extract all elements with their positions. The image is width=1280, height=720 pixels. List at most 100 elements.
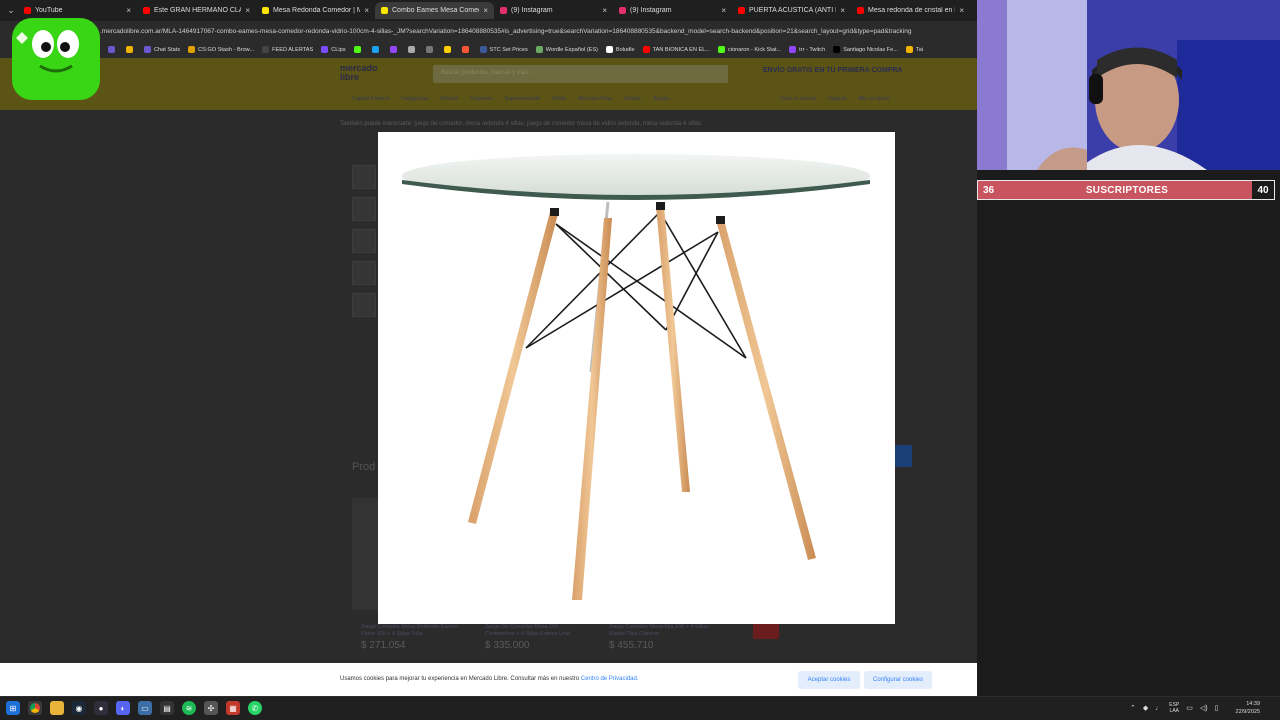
browser-tab[interactable]: Mesa redonda de cristal en liqu... ×: [851, 2, 970, 19]
steam-icon[interactable]: ◉: [72, 701, 86, 715]
accept-cookies-button[interactable]: Aceptar cookies: [798, 671, 860, 689]
ml-account-link[interactable]: Mis compras: [858, 96, 889, 102]
volume-icon[interactable]: ◁): [1200, 704, 1208, 712]
thumbnail[interactable]: [352, 197, 376, 221]
battery-icon[interactable]: ▯: [1215, 704, 1219, 712]
ml-account-link[interactable]: Ingresá: [828, 96, 846, 102]
browser-tab[interactable]: Combo Eames Mesa Comedor... ×: [375, 2, 494, 19]
bookmark-item[interactable]: [353, 46, 364, 53]
whatsapp-icon[interactable]: ✆: [248, 701, 262, 715]
file-explorer-icon[interactable]: [50, 701, 64, 715]
bookmark-item[interactable]: [443, 46, 454, 53]
tab-close-icon[interactable]: ×: [959, 6, 964, 15]
language-indicator[interactable]: ESP LAA: [1169, 702, 1179, 714]
tab-close-icon[interactable]: ×: [126, 6, 131, 15]
bookmark-item[interactable]: trr - Twitch: [789, 46, 825, 53]
spotify-icon[interactable]: ≋: [182, 701, 196, 715]
bookmark-item[interactable]: Wordle Español (ES): [535, 46, 598, 53]
bookmark-item[interactable]: Santiago Nicolas Fe...: [833, 46, 898, 53]
bookmark-item[interactable]: [371, 46, 382, 53]
tab-favicon-icon: [24, 7, 31, 14]
tab-close-icon[interactable]: ×: [840, 6, 845, 15]
bookmark-item[interactable]: Boludle: [605, 46, 635, 53]
privacy-center-link[interactable]: Centro de Privacidad.: [581, 676, 639, 682]
tray-chevron-icon[interactable]: ⌃: [1130, 704, 1136, 712]
tab-close-icon[interactable]: ×: [364, 6, 369, 15]
ml-nav-item[interactable]: Vender: [624, 96, 641, 102]
stream-panel: 36 SUSCRIPTORES 40: [977, 0, 1280, 696]
microphone-icon[interactable]: ♩: [1155, 705, 1162, 712]
bookmark-label: TAN BIONICA EN EL...: [652, 46, 710, 53]
bookmark-item[interactable]: [425, 46, 436, 53]
tab-title: (9) Instagram: [511, 7, 553, 14]
bookmark-item[interactable]: FEED ALERTAS: [262, 46, 313, 53]
bookmark-item[interactable]: Chat Stats: [144, 46, 180, 53]
bookmark-item[interactable]: [461, 46, 472, 53]
bookmark-item[interactable]: TAN BIONICA EN EL...: [642, 46, 710, 53]
bookmark-item[interactable]: [407, 46, 418, 53]
address-bar[interactable]: .mercadolibre.com.ar/MLA-1464917067-comb…: [0, 21, 977, 41]
tab-close-icon[interactable]: ×: [245, 6, 250, 15]
bookmark-icon: [371, 46, 379, 53]
browser-tab[interactable]: Este GRAN HERMANO CLANDE...×: [137, 2, 256, 19]
ml-logo[interactable]: mercado libre: [340, 64, 410, 84]
subscriber-goal-bar: 36 SUSCRIPTORES 40: [977, 180, 1275, 200]
ml-nav-item[interactable]: Ofertas: [440, 96, 458, 102]
ml-search-input[interactable]: Buscar productos, marcas y más...: [433, 65, 728, 83]
browser-tab[interactable]: (9) Instagram ×: [494, 2, 613, 19]
product-image-lightbox[interactable]: [378, 132, 895, 624]
browser-tab[interactable]: Mesa Redonda Comedor | Mer...×: [256, 2, 375, 19]
app-window-icon[interactable]: ▭: [138, 701, 152, 715]
product-card-price: $ 271.054: [361, 640, 406, 651]
thumbnail[interactable]: [352, 261, 376, 285]
ml-nav-item[interactable]: Ayuda: [653, 96, 669, 102]
streaming-app-icon[interactable]: ▦: [226, 701, 240, 715]
clock[interactable]: 14:39 22/9/2025: [1228, 700, 1260, 716]
url-text[interactable]: .mercadolibre.com.ar/MLA-1464917067-comb…: [100, 28, 970, 35]
bookmark-item[interactable]: [126, 46, 136, 53]
bookmark-item[interactable]: CLips: [321, 46, 346, 53]
product-card[interactable]: Juego Comedor Mesa Redonda Eames Vidrio …: [361, 624, 463, 651]
tab-close-icon[interactable]: ×: [602, 6, 607, 15]
thumbnail[interactable]: [352, 165, 376, 189]
code-app-icon[interactable]: ▤: [160, 701, 174, 715]
thumbnail[interactable]: [352, 293, 376, 317]
product-card-price: $ 335.000: [485, 640, 530, 651]
thumbnail[interactable]: [352, 229, 376, 253]
tray-app-icon[interactable]: ◆: [1143, 704, 1148, 712]
puzzle-app-icon[interactable]: ✣: [204, 701, 218, 715]
network-icon[interactable]: ▭: [1186, 704, 1193, 712]
browser-tab[interactable]: PUERTA ACÚSTICA (ANTI RUID... ×: [732, 2, 851, 19]
ml-nav-item[interactable]: Capital Federal: [352, 96, 389, 102]
ml-nav-item[interactable]: Mercado Play: [578, 96, 612, 102]
bookmark-item[interactable]: [389, 46, 400, 53]
bookmark-item[interactable]: STC Set Prices: [479, 46, 528, 53]
bookmark-item[interactable]: cionaron - Kick Stat...: [718, 46, 781, 53]
tab-close-icon[interactable]: ×: [721, 6, 726, 15]
bookmark-item[interactable]: CS:GO Stash - Brow...: [188, 46, 254, 53]
configure-cookies-button[interactable]: Configurar cookies: [864, 671, 932, 689]
tab-close-icon[interactable]: ×: [483, 6, 488, 15]
obs-icon[interactable]: ●: [94, 701, 108, 715]
related-product-image[interactable]: [352, 498, 378, 610]
bookmark-item[interactable]: Tai: [905, 46, 923, 53]
discord-icon[interactable]: ◐: [116, 701, 130, 715]
bookmark-item[interactable]: [108, 46, 118, 53]
ml-nav-item[interactable]: Cupones: [470, 96, 492, 102]
ml-nav-item[interactable]: Categorías: [401, 96, 428, 102]
tab-favicon-icon: [738, 7, 745, 14]
bookmark-icon: [188, 46, 196, 53]
subs-label: SUSCRIPTORES: [1085, 184, 1169, 196]
windows-start-icon[interactable]: ⊞: [6, 701, 20, 715]
ml-nav-item[interactable]: Moda: [552, 96, 566, 102]
browser-tab[interactable]: (9) Instagram ×: [613, 2, 732, 19]
ml-account-link[interactable]: Creá tu cuenta: [780, 96, 816, 102]
tab-favicon-icon: [619, 7, 626, 14]
buy-button[interactable]: [895, 445, 912, 467]
chrome-icon[interactable]: [28, 701, 42, 715]
product-card[interactable]: Juego De Comedor Mesa 100 Centimetros + …: [485, 624, 587, 651]
bookmarks-bar: Chat Stats CS:GO Stash - Brow... FEED ALER…: [0, 41, 977, 58]
ml-nav-item[interactable]: Supermercado: [504, 96, 540, 102]
product-card[interactable]: Juego Comedor Mesa Fija 100 + 4 Sillas M…: [609, 624, 711, 651]
ml-promo-banner[interactable]: ENVÍO GRATIS EN TU PRIMERA COMPRA: [763, 67, 903, 74]
